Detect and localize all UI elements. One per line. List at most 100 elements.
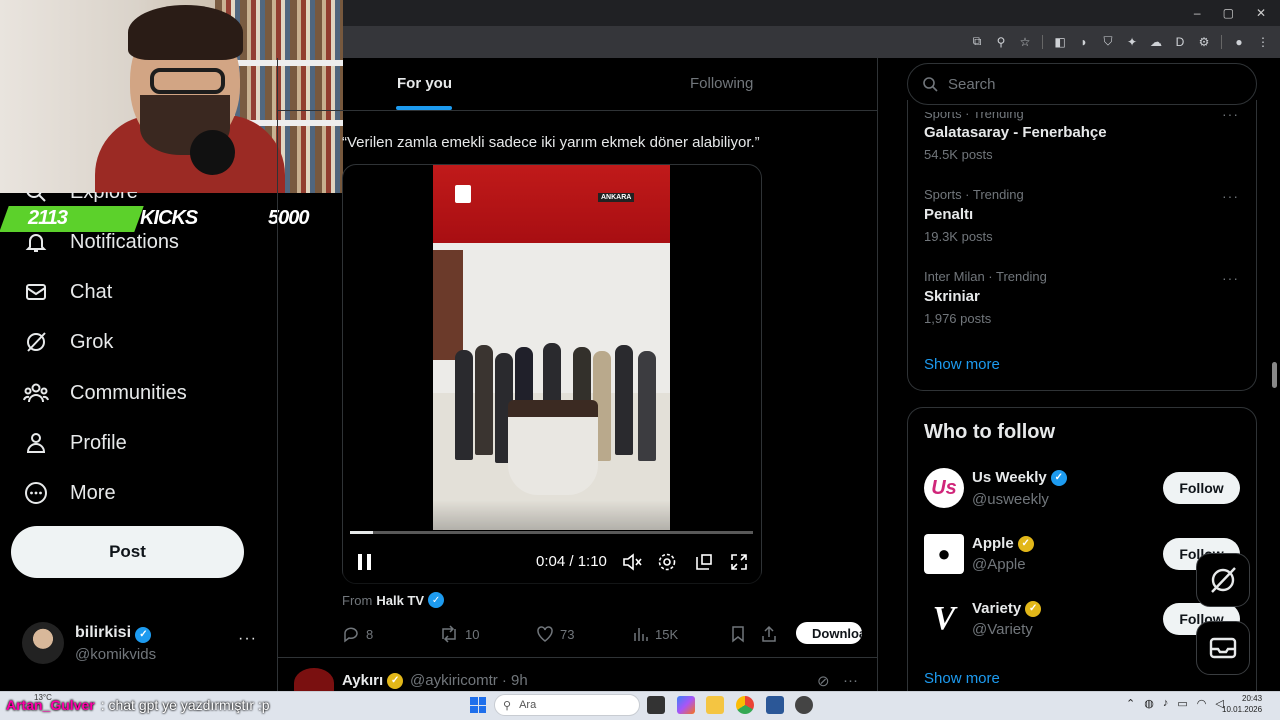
shield-extension-icon[interactable]: ⛉ bbox=[1101, 34, 1115, 49]
file-explorer-icon[interactable] bbox=[706, 696, 724, 714]
windows-start-icon[interactable] bbox=[470, 697, 486, 713]
wifi-icon[interactable]: ◠ bbox=[1197, 697, 1207, 710]
d-extension-icon[interactable]: D bbox=[1173, 35, 1187, 49]
show-more-trends-link[interactable]: Show more bbox=[924, 356, 1000, 373]
cloud-extension-icon[interactable]: ☁ bbox=[1149, 35, 1163, 49]
verified-badge-icon: ✓ bbox=[1050, 469, 1067, 486]
download-button[interactable]: Download bbox=[796, 622, 862, 644]
network-icon[interactable]: ◍ bbox=[1144, 697, 1154, 710]
chevron-up-icon[interactable]: ⌃ bbox=[1126, 697, 1135, 710]
share-button[interactable] bbox=[761, 625, 777, 643]
taskbar-search-input[interactable]: ⚲ Ara bbox=[494, 694, 640, 716]
search-icon bbox=[923, 77, 938, 92]
screen-cast-icon[interactable]: ⧉ bbox=[970, 34, 984, 49]
chrome-icon[interactable] bbox=[736, 696, 754, 714]
trend-more-icon[interactable]: ··· bbox=[1222, 270, 1239, 286]
tab-for-you[interactable]: For you bbox=[397, 75, 452, 92]
video-banner bbox=[433, 165, 670, 243]
who-to-follow-title: Who to follow bbox=[924, 421, 1056, 443]
bell-icon bbox=[22, 228, 50, 256]
avatar[interactable] bbox=[22, 622, 64, 664]
browser-menu-icon[interactable]: ⋮ bbox=[1256, 35, 1270, 49]
mail-icon bbox=[1209, 637, 1237, 659]
account-menu-button[interactable]: ··· bbox=[238, 630, 257, 648]
column-divider bbox=[277, 58, 278, 698]
grok-fab-button[interactable] bbox=[1196, 553, 1250, 607]
like-button[interactable]: 73 bbox=[536, 625, 574, 643]
video-person bbox=[638, 351, 656, 461]
post-button[interactable]: Post bbox=[11, 526, 244, 578]
audio-extension-icon[interactable]: ◗ bbox=[1077, 35, 1091, 49]
clock-time: 20:43 bbox=[1242, 694, 1263, 703]
nav-more[interactable]: More bbox=[22, 479, 116, 507]
follow-button[interactable]: Follow bbox=[1163, 472, 1240, 504]
task-view-icon[interactable] bbox=[647, 696, 665, 714]
zoom-icon[interactable]: ⚲ bbox=[994, 35, 1008, 49]
next-tweet-author[interactable]: Aykırı ✓ bbox=[342, 672, 404, 689]
close-window-button[interactable]: ✕ bbox=[1256, 6, 1266, 20]
tab-following[interactable]: Following bbox=[690, 75, 753, 92]
mute-icon[interactable] bbox=[622, 552, 642, 572]
translate-extension-icon[interactable]: ◧ bbox=[1053, 35, 1067, 49]
nav-label: Chat bbox=[70, 280, 113, 303]
suggested-account-name[interactable]: Us Weekly ✓ bbox=[972, 469, 1067, 486]
profile-avatar-icon[interactable]: ● bbox=[1232, 35, 1246, 49]
video-person bbox=[475, 345, 493, 455]
settings-gear-icon[interactable] bbox=[657, 552, 677, 572]
puzzle-extensions-icon[interactable]: ⚙ bbox=[1197, 35, 1211, 49]
nav-grok[interactable]: Grok bbox=[22, 328, 113, 356]
app-icon[interactable] bbox=[766, 696, 784, 714]
messages-fab-button[interactable] bbox=[1196, 621, 1250, 675]
fox-extension-icon[interactable]: ✦ bbox=[1125, 35, 1139, 49]
trend-title[interactable]: Skriniar bbox=[924, 288, 980, 305]
tweet-more-icon[interactable]: ··· bbox=[843, 672, 858, 689]
grok-icon[interactable]: ⊘ bbox=[817, 672, 830, 690]
trend-more-icon[interactable]: ··· bbox=[1222, 106, 1239, 122]
trend-title[interactable]: Galatasaray - Fenerbahçe bbox=[924, 124, 1107, 141]
view-count: 15K bbox=[655, 626, 679, 642]
profile-name[interactable]: bilirkisi ✓ bbox=[75, 624, 152, 643]
video-progress-bar[interactable] bbox=[350, 531, 753, 534]
apple-logo-icon[interactable]: ● bbox=[924, 534, 964, 574]
pause-icon[interactable] bbox=[355, 552, 375, 572]
trend-title[interactable]: Penaltı bbox=[924, 206, 973, 223]
system-clock[interactable]: 20:43 10.01.2026 bbox=[1222, 693, 1262, 715]
microphone-icon[interactable]: ♪ bbox=[1163, 697, 1169, 710]
suggested-account-name[interactable]: Apple ✓ bbox=[972, 535, 1034, 552]
fullscreen-icon[interactable] bbox=[729, 552, 749, 572]
repost-button[interactable]: 10 bbox=[439, 625, 479, 643]
views-button[interactable]: 15K bbox=[633, 625, 678, 643]
nav-chat[interactable]: Chat bbox=[22, 278, 112, 306]
obs-icon[interactable] bbox=[795, 696, 813, 714]
nav-profile[interactable]: Profile bbox=[22, 429, 127, 457]
trend-meta: Inter Milan · Trending bbox=[924, 269, 1047, 284]
usweekly-logo-icon[interactable]: Us bbox=[924, 468, 964, 508]
reply-button[interactable]: 8 bbox=[342, 625, 373, 643]
trends-card bbox=[907, 100, 1257, 391]
variety-logo-icon[interactable]: V bbox=[924, 599, 964, 639]
nav-notifications[interactable]: Notifications bbox=[22, 228, 179, 256]
channel-logo-icon bbox=[455, 185, 471, 203]
from-prefix: From bbox=[342, 592, 373, 608]
suggested-account-handle: @Variety bbox=[972, 621, 1033, 638]
nav-communities[interactable]: Communities bbox=[22, 379, 187, 407]
search-input[interactable]: Search bbox=[907, 63, 1257, 105]
scrollbar[interactable] bbox=[1272, 362, 1277, 388]
trend-more-icon[interactable]: ··· bbox=[1222, 188, 1239, 204]
copilot-icon[interactable] bbox=[677, 696, 695, 714]
verified-badge-icon: ✓ bbox=[1025, 600, 1042, 617]
grok-icon bbox=[1211, 567, 1236, 593]
bookmark-star-icon[interactable]: ☆ bbox=[1018, 35, 1032, 49]
source-account-link[interactable]: Halk TV bbox=[376, 593, 424, 608]
picture-in-picture-icon[interactable] bbox=[694, 552, 714, 572]
display-icon[interactable]: ▭ bbox=[1177, 697, 1187, 710]
show-more-follow-link[interactable]: Show more bbox=[924, 670, 1000, 687]
bookmark-button[interactable] bbox=[730, 625, 746, 643]
video-person bbox=[615, 345, 633, 455]
minimize-button[interactable]: – bbox=[1194, 6, 1201, 20]
tabs-divider bbox=[278, 110, 877, 111]
maximize-button[interactable]: ▢ bbox=[1223, 6, 1234, 20]
trend-posts: 54.5K posts bbox=[924, 147, 993, 162]
suggested-account-handle: @Apple bbox=[972, 556, 1026, 573]
suggested-account-name[interactable]: Variety ✓ bbox=[972, 600, 1042, 617]
